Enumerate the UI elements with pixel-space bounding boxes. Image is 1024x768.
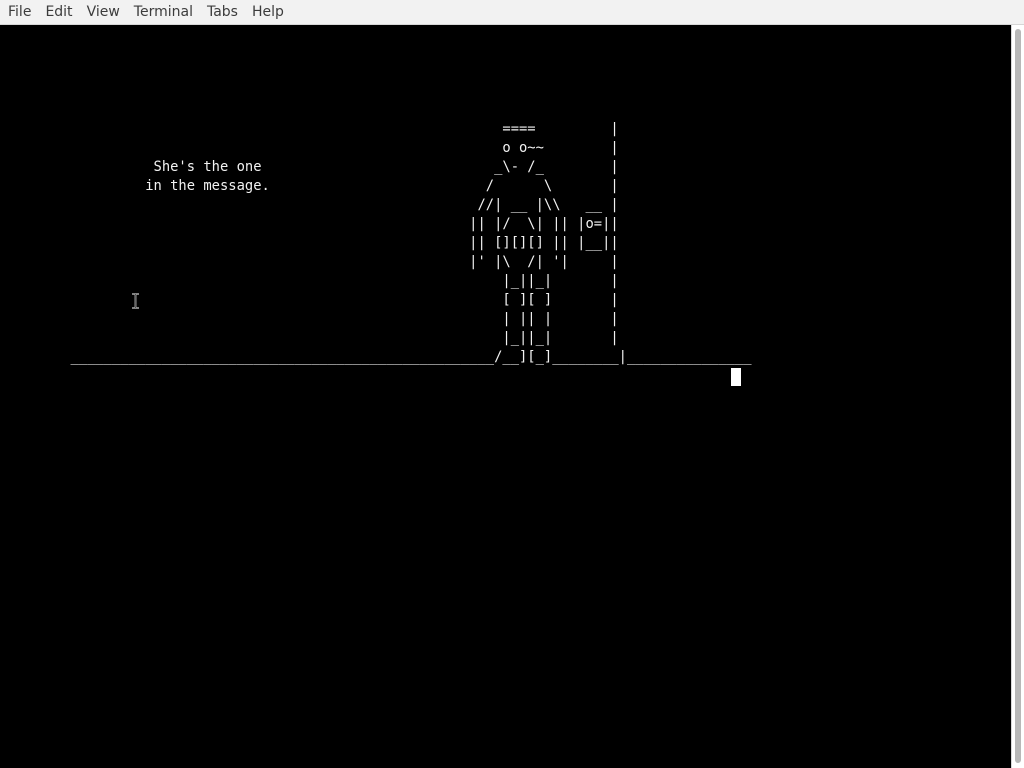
text-cursor — [731, 368, 741, 386]
menu-view[interactable]: View — [81, 1, 126, 23]
menu-tabs[interactable]: Tabs — [201, 1, 244, 23]
vertical-scrollbar[interactable] — [1011, 25, 1024, 768]
ibeam-cursor-icon — [132, 293, 139, 309]
terminal-output: ==== | o o~~ | She's the one _\- /_ | in… — [70, 121, 752, 365]
menu-bar: File Edit View Terminal Tabs Help — [0, 0, 1024, 25]
menu-file[interactable]: File — [2, 1, 37, 23]
menu-edit[interactable]: Edit — [39, 1, 78, 23]
scrollbar-thumb[interactable] — [1015, 29, 1021, 763]
menu-help[interactable]: Help — [246, 1, 290, 23]
menu-terminal[interactable]: Terminal — [128, 1, 199, 23]
terminal-area[interactable]: ==== | o o~~ | She's the one _\- /_ | in… — [0, 25, 1011, 768]
